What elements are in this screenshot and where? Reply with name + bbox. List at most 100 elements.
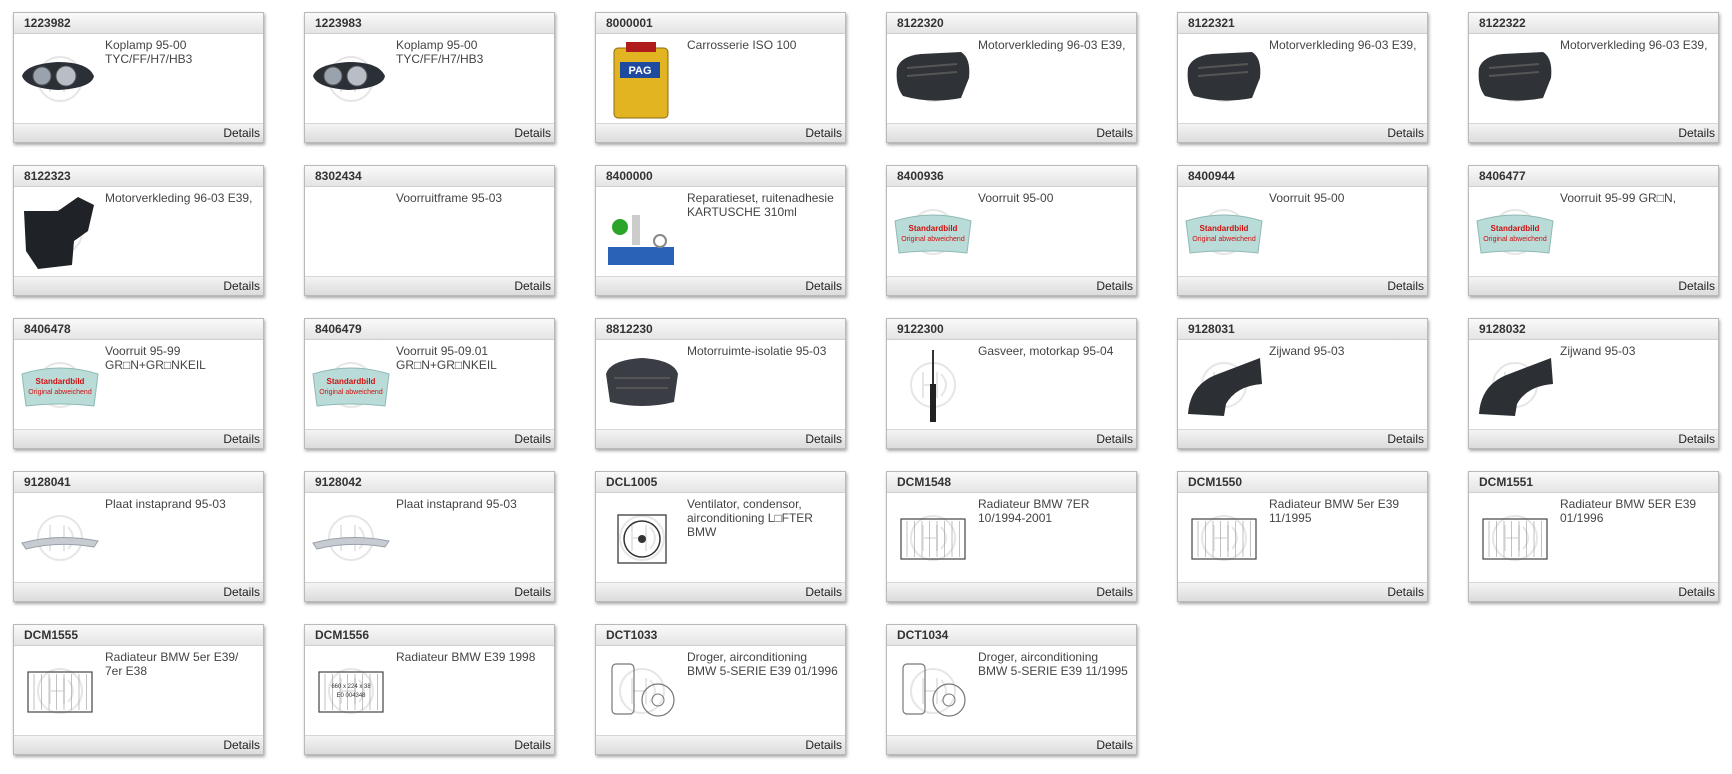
product-image[interactable] (600, 191, 684, 273)
product-card[interactable]: DCM1551 Radiateur BMW 5ER E39 01/1996 Deta… (1468, 471, 1719, 602)
details-link[interactable]: Details (1678, 585, 1715, 599)
details-link[interactable]: Details (223, 279, 260, 293)
product-image[interactable] (891, 38, 975, 120)
svg-text:Original abweichend: Original abweichend (28, 389, 92, 396)
product-image[interactable]: Standardbild Original abweichend (891, 191, 975, 273)
details-link[interactable]: Details (805, 585, 842, 599)
product-card[interactable]: 8400936 Standardbild Original abweichend Vo… (886, 165, 1137, 296)
details-link[interactable]: Details (223, 738, 260, 752)
product-card[interactable]: 9122300 Gasveer, motorkap 95-04 Details (886, 318, 1137, 449)
product-image[interactable]: PAG (600, 38, 684, 120)
product-card[interactable]: 1223983 Koplamp 95-00 TYC/FF/H7/HB3 Detail… (304, 12, 555, 143)
product-image[interactable] (18, 650, 102, 732)
product-card[interactable]: 1223982 Koplamp 95-00 TYC/FF/H7/HB3 Detail… (13, 12, 264, 143)
details-link[interactable]: Details (514, 738, 551, 752)
product-card[interactable]: DCL1005 Ventilator, condensor, airconditi… (595, 471, 846, 602)
details-link[interactable]: Details (1387, 585, 1424, 599)
details-link[interactable]: Details (223, 126, 260, 140)
product-description: Voorruit 95-09.01 GR□N+GR□NKEIL (396, 344, 497, 372)
details-link[interactable]: Details (805, 432, 842, 446)
details-link[interactable]: Details (1096, 738, 1133, 752)
product-card[interactable]: 8122322 Motorverkleding 96-03 E39, Details (1468, 12, 1719, 143)
product-image[interactable]: Standardbild Original abweichend (18, 344, 102, 426)
product-code: 8406479 (305, 319, 554, 340)
product-image[interactable] (1182, 497, 1266, 579)
card-footer: Details (887, 735, 1136, 754)
product-card[interactable]: 8302434 Voorruitframe 95-03 Details (304, 165, 555, 296)
product-body: PAG Carrosserie ISO 100 (596, 34, 845, 124)
product-image-windshield: Standardbild Original abweichend (1476, 209, 1554, 255)
product-code: 9128032 (1469, 319, 1718, 340)
details-link[interactable]: Details (1387, 432, 1424, 446)
details-link[interactable]: Details (514, 279, 551, 293)
product-image[interactable]: Standardbild Original abweichend (1182, 191, 1266, 273)
svg-text:PAG: PAG (628, 65, 651, 77)
product-image[interactable] (1473, 497, 1557, 579)
card-footer: Details (887, 276, 1136, 295)
product-card[interactable]: DCT1034 Droger, airconditioning BMW 5-SER… (886, 624, 1137, 755)
product-body: Plaat instaprand 95-03 (305, 493, 554, 583)
card-footer: Details (14, 429, 263, 448)
product-image[interactable] (891, 344, 975, 426)
product-image-insulation (606, 358, 678, 406)
product-image[interactable] (600, 497, 684, 579)
product-description: Voorruit 95-99 GR□N, (1560, 191, 1676, 205)
product-card[interactable]: 8400944 Standardbild Original abweichend Vo… (1177, 165, 1428, 296)
details-link[interactable]: Details (1387, 126, 1424, 140)
details-link[interactable]: Details (1678, 279, 1715, 293)
details-link[interactable]: Details (1096, 585, 1133, 599)
product-image[interactable] (18, 191, 102, 273)
product-card[interactable]: 8122321 Motorverkleding 96-03 E39, Details (1177, 12, 1428, 143)
details-link[interactable]: Details (223, 585, 260, 599)
product-image[interactable] (600, 344, 684, 426)
product-image[interactable] (600, 650, 684, 732)
details-link[interactable]: Details (1096, 279, 1133, 293)
details-link[interactable]: Details (1678, 432, 1715, 446)
details-link[interactable]: Details (805, 126, 842, 140)
product-card[interactable]: 9128041 Plaat instaprand 95-03 Details (13, 471, 264, 602)
details-link[interactable]: Details (1678, 126, 1715, 140)
product-card[interactable]: 8400000 Reparatieset, ruitenadhesie KARTU… (595, 165, 846, 296)
details-link[interactable]: Details (514, 585, 551, 599)
details-link[interactable]: Details (805, 279, 842, 293)
product-image[interactable] (309, 191, 393, 273)
product-image[interactable]: 660 x 224 x 38 E0 004348 (309, 650, 393, 732)
product-card[interactable]: DCM1548 Radiateur BMW 7ER 10/1994-2001 Det… (886, 471, 1137, 602)
product-body: Zijwand 95-03 (1469, 340, 1718, 430)
product-card[interactable]: 8406477 Standardbild Original abweichend Vo… (1468, 165, 1719, 296)
product-card[interactable]: DCM1556 660 x 224 x 38 E0 004348 Radiateur … (304, 624, 555, 755)
product-image[interactable] (309, 497, 393, 579)
product-card[interactable]: 9128032 Zijwand 95-03 Details (1468, 318, 1719, 449)
details-link[interactable]: Details (223, 432, 260, 446)
product-image[interactable] (1473, 344, 1557, 426)
product-card[interactable]: DCM1550 Radiateur BMW 5er E39 11/1995 Deta… (1177, 471, 1428, 602)
product-image[interactable] (18, 497, 102, 579)
product-code: DCM1555 (14, 625, 263, 646)
product-card[interactable]: 8122320 Motorverkleding 96-03 E39, Details (886, 12, 1137, 143)
product-image[interactable]: Standardbild Original abweichend (309, 344, 393, 426)
product-card[interactable]: DCT1033 Droger, airconditioning BMW 5-SER… (595, 624, 846, 755)
details-link[interactable]: Details (1096, 432, 1133, 446)
details-link[interactable]: Details (514, 126, 551, 140)
product-image[interactable] (1182, 344, 1266, 426)
product-card[interactable]: 8812230 Motorruimte-isolatie 95-03 Details (595, 318, 846, 449)
product-image[interactable] (18, 38, 102, 120)
product-image[interactable] (1182, 38, 1266, 120)
product-card[interactable]: DCM1555 Radiateur BMW 5er E39/ 7er E38 Det… (13, 624, 264, 755)
product-card[interactable]: 9128042 Plaat instaprand 95-03 Details (304, 471, 555, 602)
product-description: Plaat instaprand 95-03 (396, 497, 517, 511)
product-card[interactable]: 8406479 Standardbild Original abweichend Vo… (304, 318, 555, 449)
product-card[interactable]: 8406478 Standardbild Original abweichend Vo… (13, 318, 264, 449)
product-image[interactable] (891, 497, 975, 579)
product-card[interactable]: 9128031 Zijwand 95-03 Details (1177, 318, 1428, 449)
product-image[interactable] (1473, 38, 1557, 120)
product-image[interactable] (891, 650, 975, 732)
product-card[interactable]: 8000001 PAG Carrosserie ISO 100 Details (595, 12, 846, 143)
product-image[interactable] (309, 38, 393, 120)
details-link[interactable]: Details (805, 738, 842, 752)
product-image[interactable]: Standardbild Original abweichend (1473, 191, 1557, 273)
details-link[interactable]: Details (1096, 126, 1133, 140)
product-card[interactable]: 8122323 Motorverkleding 96-03 E39, Details (13, 165, 264, 296)
details-link[interactable]: Details (514, 432, 551, 446)
details-link[interactable]: Details (1387, 279, 1424, 293)
